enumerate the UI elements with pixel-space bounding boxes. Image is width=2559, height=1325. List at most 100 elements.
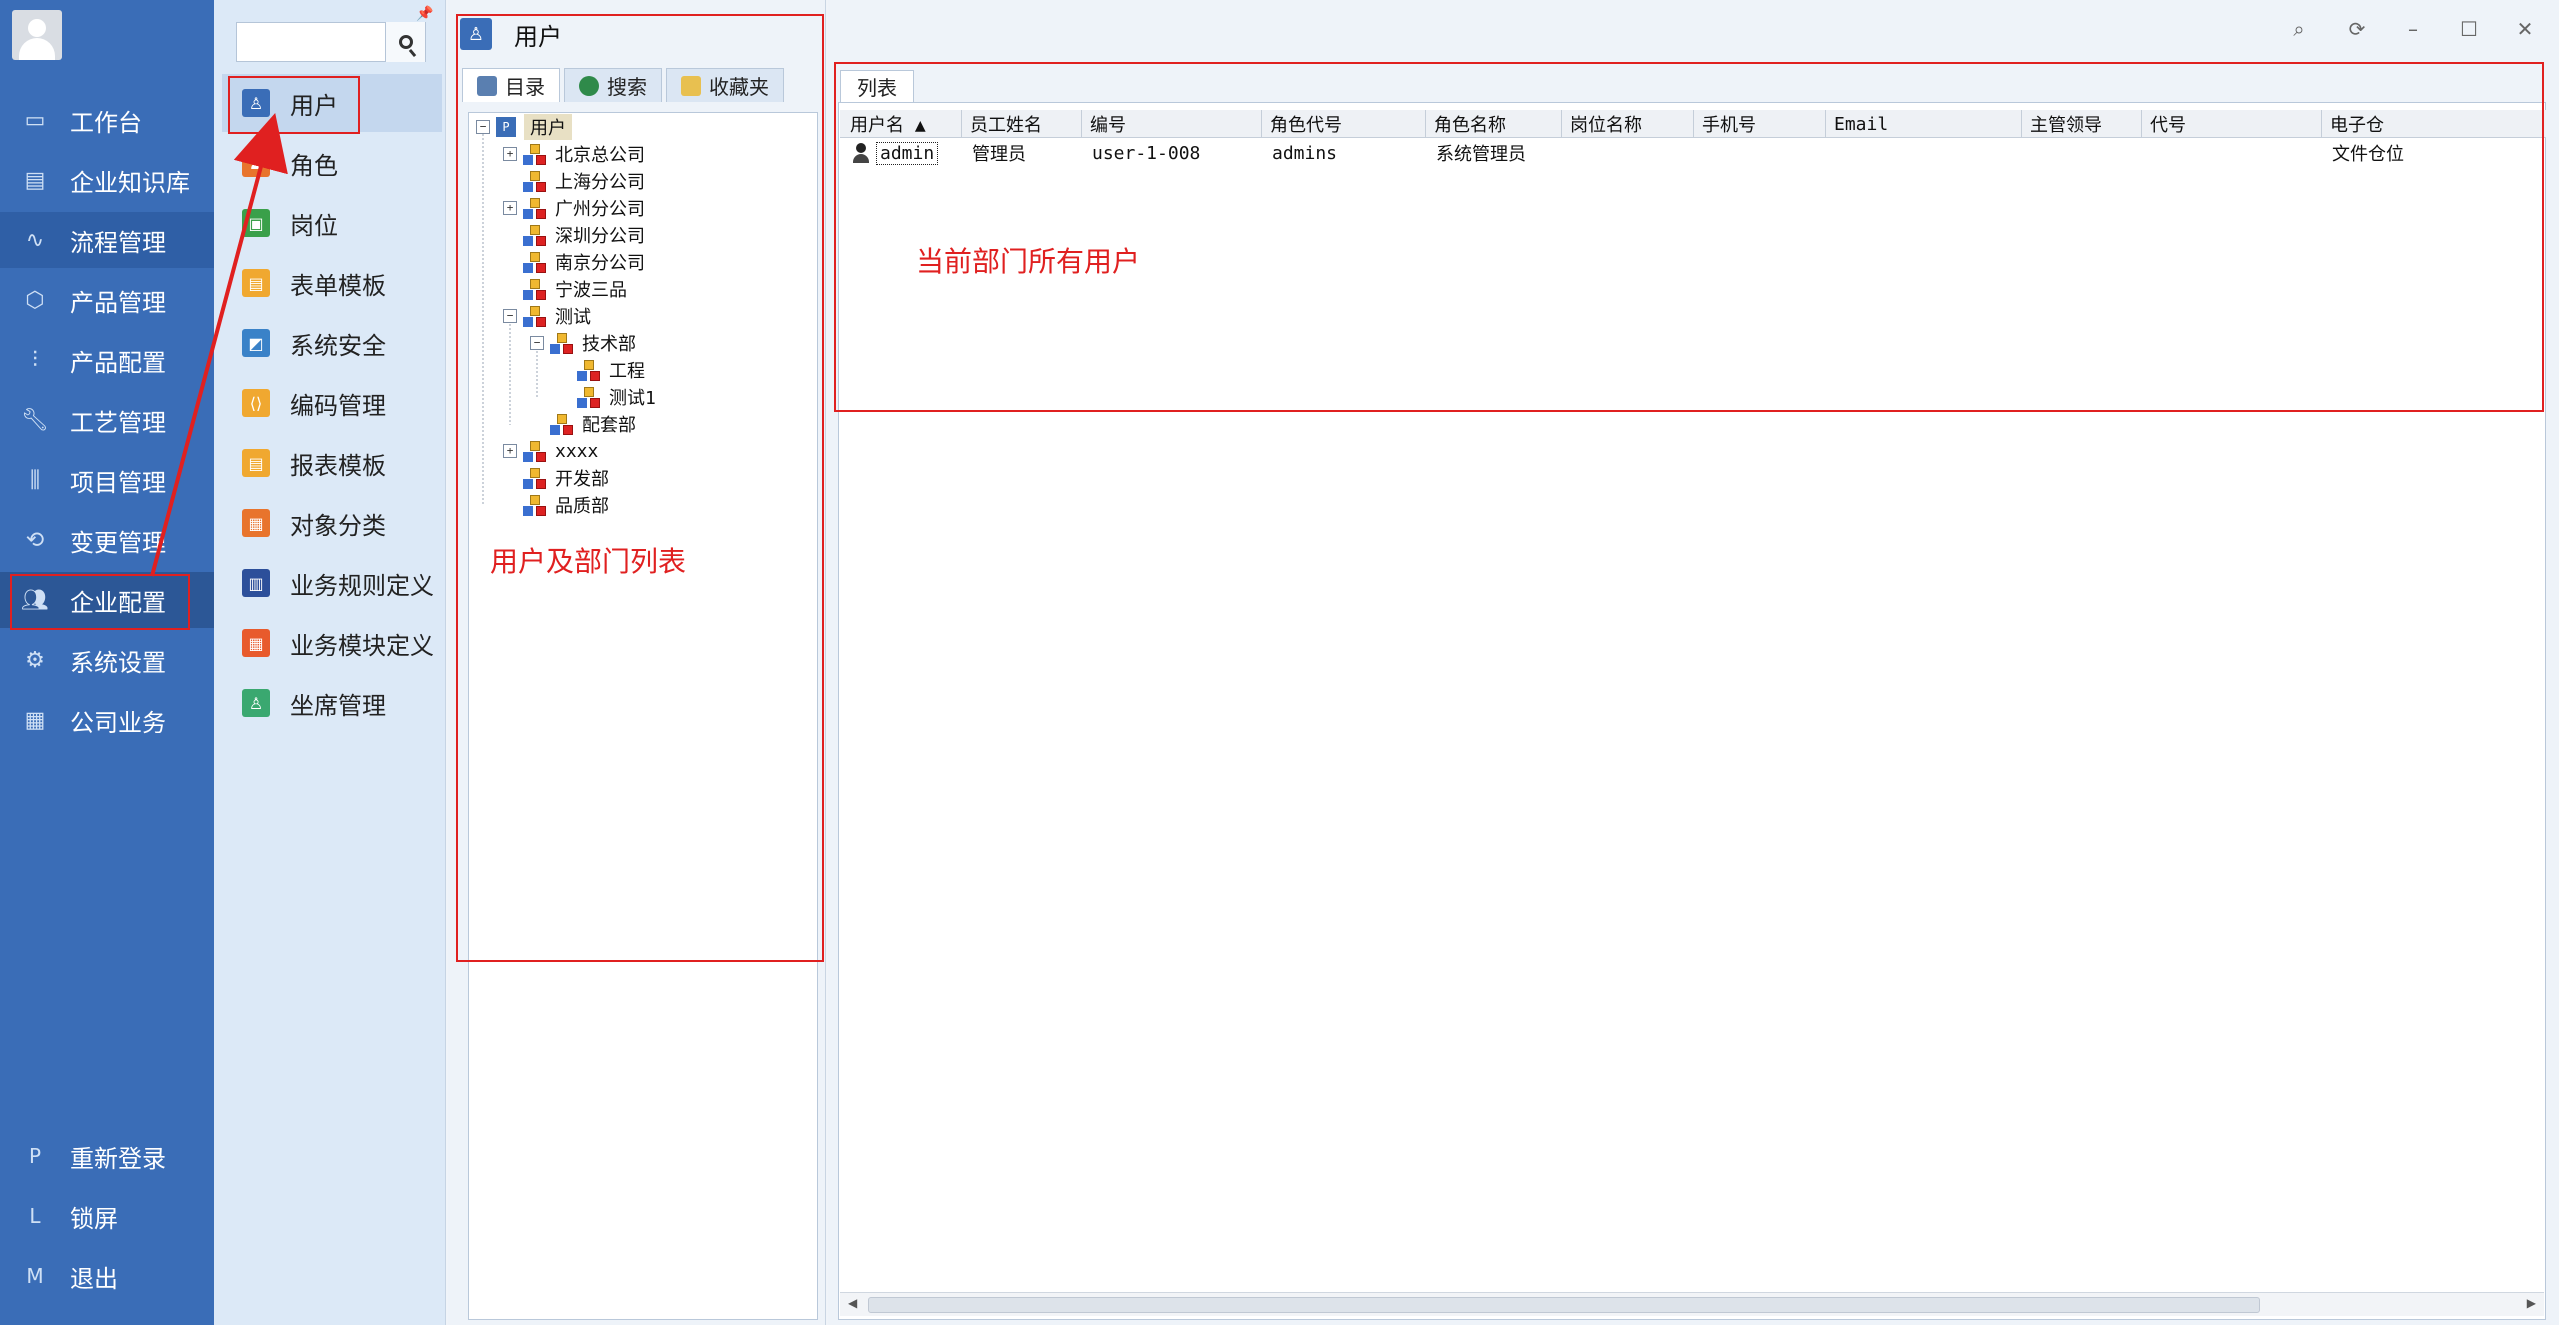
column-header[interactable]: 用户名 ▲	[842, 110, 962, 138]
search-button[interactable]	[385, 22, 425, 62]
sidebar-item-4[interactable]: ⫶ 产品配置	[0, 332, 214, 388]
table-cell[interactable]: 管理员	[962, 140, 1082, 166]
minimize-icon[interactable]: –	[2398, 14, 2428, 44]
submenu-item-5[interactable]: ⟨⟩ 编码管理	[222, 374, 442, 432]
submenu-item-0[interactable]: ♙ 用户	[222, 74, 442, 132]
close-icon[interactable]: ✕	[2510, 14, 2540, 44]
tree-node[interactable]: + 北京总公司	[503, 141, 645, 167]
tab-search[interactable]: 搜索	[564, 68, 662, 102]
tree-node-label: 南京分公司	[555, 253, 645, 274]
tree-annotation: 用户及部门列表	[490, 545, 687, 578]
tree-node[interactable]: 工程	[557, 357, 645, 383]
column-header[interactable]: Email	[1826, 110, 2022, 138]
scroll-thumb[interactable]	[868, 1297, 2260, 1313]
submenu-item-6[interactable]: ▤ 报表模板	[222, 434, 442, 492]
sidebar-item-1[interactable]: ▤ 企业知识库	[0, 152, 214, 208]
sidebar-item-0[interactable]: ▭ 工作台	[0, 92, 214, 148]
maximize-icon[interactable]: ☐	[2454, 14, 2484, 44]
table-cell[interactable]	[1826, 140, 2022, 166]
expand-icon[interactable]: +	[503, 201, 517, 215]
sidebar-item-6[interactable]: ⫼ 项目管理	[0, 452, 214, 508]
column-header[interactable]: 岗位名称	[1562, 110, 1694, 138]
column-header[interactable]: 编号	[1082, 110, 1262, 138]
column-header[interactable]: 角色代号	[1262, 110, 1426, 138]
tree-node[interactable]: − 技术部	[530, 330, 636, 356]
sliders-icon: ⫶	[32, 347, 38, 373]
sidebar-item-label: 项目管理	[70, 468, 166, 497]
tree-node[interactable]: 深圳分公司	[503, 222, 645, 248]
tab-list[interactable]: 列表	[840, 70, 914, 102]
org-unit-icon	[577, 360, 600, 381]
horizontal-scrollbar[interactable]: ◀ ▶	[840, 1292, 2544, 1316]
tree-node-label: 深圳分公司	[555, 226, 645, 247]
tree-node[interactable]: 测试1	[557, 384, 656, 410]
submenu-item-2[interactable]: ▣ 岗位	[222, 194, 442, 252]
tree-node[interactable]: 上海分公司	[503, 168, 645, 194]
table-cell[interactable]: 文件仓位	[2322, 140, 2544, 166]
tree-node[interactable]: − P 用户	[476, 114, 572, 140]
table-cell[interactable]: admins	[1262, 140, 1426, 166]
column-header[interactable]: 代号	[2142, 110, 2322, 138]
expand-icon[interactable]: +	[503, 444, 517, 458]
table-cell[interactable]	[2142, 140, 2322, 166]
scroll-left-icon[interactable]: ◀	[848, 1296, 857, 1310]
user-icon: ♙	[460, 18, 492, 50]
submenu-item-9[interactable]: ▦ 业务模块定义	[222, 614, 442, 672]
tree-node[interactable]: 品质部	[503, 492, 609, 518]
sidebar-item-9[interactable]: ⚙ 系统设置	[0, 632, 214, 688]
zoom-icon[interactable]: ⌕	[2284, 14, 2314, 44]
submenu-item-4[interactable]: ◩ 系统安全	[222, 314, 442, 372]
table-cell[interactable]	[1562, 140, 1694, 166]
refresh-icon[interactable]: ⟳	[2342, 14, 2372, 44]
column-header[interactable]: 员工姓名	[962, 110, 1082, 138]
sidebar-item-5[interactable]: 🔧︎ 工艺管理	[0, 392, 214, 448]
org-unit-icon	[577, 387, 600, 408]
sidebar-item-2[interactable]: ∿ 流程管理	[0, 212, 214, 268]
table-cell[interactable]: user-1-008	[1082, 140, 1262, 166]
sidebar-bottom-item-1[interactable]: L 锁屏	[0, 1188, 214, 1244]
sidebar-item-label: 重新登录	[70, 1144, 166, 1173]
column-header[interactable]: 角色名称	[1426, 110, 1562, 138]
sidebar-item-7[interactable]: ⟲ 变更管理	[0, 512, 214, 568]
sidebar-bottom-item-2[interactable]: M 退出	[0, 1248, 214, 1304]
sidebar-item-8[interactable]: 👥︎ 企业配置	[0, 572, 214, 628]
org-unit-icon	[523, 441, 546, 462]
tree-node-label: 北京总公司	[555, 145, 645, 166]
tree-node[interactable]: − 测试	[503, 303, 591, 329]
collapse-icon[interactable]: −	[503, 309, 517, 323]
tree-node-label: 用户	[524, 114, 572, 140]
column-header[interactable]: 电子仓	[2322, 110, 2544, 138]
tree-node[interactable]: + xxxx	[503, 438, 598, 464]
tree-node-label: 测试1	[609, 388, 656, 409]
scroll-right-icon[interactable]: ▶	[2527, 1296, 2536, 1310]
expand-icon[interactable]: +	[503, 147, 517, 161]
collapse-icon[interactable]: −	[476, 120, 490, 134]
submenu-item-8[interactable]: ▥ 业务规则定义	[222, 554, 442, 612]
avatar[interactable]	[12, 10, 62, 60]
panel-header: ♙ 用户	[460, 14, 562, 54]
table-cell[interactable]	[1694, 140, 1826, 166]
sidebar-item-10[interactable]: ▦ 公司业务	[0, 692, 214, 748]
table-cell[interactable]: 系统管理员	[1426, 140, 1562, 166]
tab-directory[interactable]: 目录	[462, 68, 560, 102]
submenu-item-7[interactable]: ▦ 对象分类	[222, 494, 442, 552]
column-header[interactable]: 主管领导	[2022, 110, 2142, 138]
table-cell[interactable]	[2022, 140, 2142, 166]
monitor-icon: ▭	[24, 107, 46, 133]
tree-node[interactable]: 南京分公司	[503, 249, 645, 275]
tree-node[interactable]: + 广州分公司	[503, 195, 645, 221]
tree-node[interactable]: 开发部	[503, 465, 609, 491]
sidebar-bottom-item-0[interactable]: P 重新登录	[0, 1128, 214, 1184]
column-header[interactable]: 手机号	[1694, 110, 1826, 138]
collapse-icon[interactable]: −	[530, 336, 544, 350]
shortcut-letter: M	[26, 1264, 44, 1288]
submenu-item-3[interactable]: ▤ 表单模板	[222, 254, 442, 312]
tab-favorites[interactable]: 收藏夹	[666, 68, 784, 102]
submenu-item-10[interactable]: ♙ 坐席管理	[222, 674, 442, 732]
submenu-item-1[interactable]: ♟ 角色	[222, 134, 442, 192]
table-cell[interactable]: admin	[842, 140, 962, 166]
tree-node[interactable]: 配套部	[530, 411, 636, 437]
sidebar-item-3[interactable]: ⬡ 产品管理	[0, 272, 214, 328]
tree-node[interactable]: 宁波三品	[503, 276, 627, 302]
pin-icon[interactable]: 📌	[416, 6, 433, 22]
